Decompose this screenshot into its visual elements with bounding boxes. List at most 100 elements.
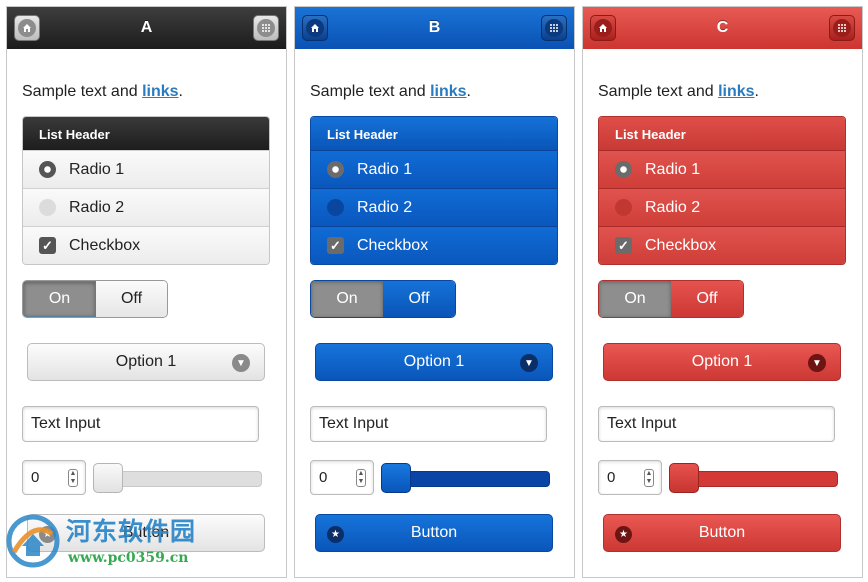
number-input[interactable]: 0 ▲ ▼ bbox=[310, 460, 374, 495]
number-input[interactable]: 0 ▲ ▼ bbox=[598, 460, 662, 495]
star-icon: ★ bbox=[327, 526, 344, 543]
flip-switch[interactable]: On Off bbox=[22, 280, 168, 318]
radio-2-label: Radio 2 bbox=[69, 198, 125, 216]
radio-2[interactable]: Radio 2 bbox=[23, 188, 269, 226]
theme-panel-b: B Sample text and links. List Header Rad… bbox=[294, 6, 575, 578]
toggle-on[interactable]: On bbox=[599, 281, 671, 317]
sample-text-label: Sample text and bbox=[310, 83, 431, 100]
sample-text: Sample text and links. bbox=[310, 83, 471, 101]
list-view: List Header Radio 1 Radio 2 ✓ Checkbox bbox=[310, 116, 558, 265]
list-view: List Header Radio 1 Radio 2 ✓ Checkbox bbox=[598, 116, 846, 265]
sample-text-end: . bbox=[466, 83, 471, 100]
header-bar: B bbox=[295, 7, 574, 49]
list-header: List Header bbox=[599, 117, 845, 150]
checkbox[interactable]: ✓ Checkbox bbox=[311, 226, 557, 264]
theme-panel-a: A Sample text and links. List Header Rad… bbox=[6, 6, 287, 578]
sample-text-end: . bbox=[754, 83, 759, 100]
radio-1[interactable]: Radio 1 bbox=[311, 150, 557, 188]
toggle-on[interactable]: On bbox=[23, 281, 96, 317]
theme-panel-c: C Sample text and links. List Header Rad… bbox=[582, 6, 863, 578]
radio-1[interactable]: Radio 1 bbox=[23, 150, 269, 188]
radio-2[interactable]: Radio 2 bbox=[311, 188, 557, 226]
sample-text: Sample text and links. bbox=[22, 83, 183, 101]
checkbox[interactable]: ✓ Checkbox bbox=[599, 226, 845, 264]
grid-button[interactable] bbox=[829, 15, 855, 41]
sample-link[interactable]: links bbox=[430, 83, 466, 100]
slider-handle[interactable] bbox=[381, 463, 411, 493]
radio-checked-icon bbox=[327, 161, 344, 178]
home-button[interactable] bbox=[302, 15, 328, 41]
header-bar: C bbox=[583, 7, 862, 49]
radio-2-label: Radio 2 bbox=[645, 198, 701, 216]
spinner-icon[interactable]: ▲ ▼ bbox=[68, 469, 78, 487]
grid-button[interactable] bbox=[541, 15, 567, 41]
sample-text-label: Sample text and bbox=[22, 83, 143, 100]
home-icon bbox=[18, 19, 36, 37]
toggle-on[interactable]: On bbox=[311, 281, 383, 317]
radio-1-label: Radio 1 bbox=[645, 160, 701, 178]
checkbox-label: Checkbox bbox=[357, 236, 429, 254]
select-value: Option 1 bbox=[403, 353, 465, 370]
radio-1-label: Radio 1 bbox=[69, 160, 125, 178]
sample-text-end: . bbox=[178, 83, 183, 100]
flip-switch[interactable]: On Off bbox=[598, 280, 744, 318]
number-input[interactable]: 0 ▲ ▼ bbox=[22, 460, 86, 495]
radio-2-label: Radio 2 bbox=[357, 198, 413, 216]
select-menu[interactable]: Option 1 ▼ bbox=[27, 343, 265, 381]
radio-2[interactable]: Radio 2 bbox=[599, 188, 845, 226]
grid-icon bbox=[545, 19, 563, 37]
select-menu[interactable]: Option 1 ▼ bbox=[603, 343, 841, 381]
select-value: Option 1 bbox=[115, 353, 177, 370]
grid-button[interactable] bbox=[253, 15, 279, 41]
toggle-off[interactable]: Off bbox=[96, 281, 167, 317]
slider-handle[interactable] bbox=[93, 463, 123, 493]
checkmark-icon: ✓ bbox=[327, 237, 344, 254]
button-label: Button bbox=[410, 524, 458, 541]
list-view: List Header Radio 1 Radio 2 ✓ Checkbox bbox=[22, 116, 270, 265]
checkbox[interactable]: ✓ Checkbox bbox=[23, 226, 269, 264]
text-input[interactable]: Text Input bbox=[598, 406, 835, 442]
home-button[interactable] bbox=[14, 15, 40, 41]
watermark-name: 河东软件园 bbox=[66, 517, 197, 546]
watermark-logo-icon bbox=[6, 514, 60, 568]
checkbox-label: Checkbox bbox=[69, 236, 141, 254]
radio-checked-icon bbox=[39, 161, 56, 178]
home-icon bbox=[306, 19, 324, 37]
toggle-off[interactable]: Off bbox=[671, 281, 743, 317]
star-icon: ★ bbox=[615, 526, 632, 543]
header-bar: A bbox=[7, 7, 286, 49]
radio-1[interactable]: Radio 1 bbox=[599, 150, 845, 188]
page-title: C bbox=[716, 19, 729, 36]
checkmark-icon: ✓ bbox=[615, 237, 632, 254]
checkmark-icon: ✓ bbox=[39, 237, 56, 254]
radio-unchecked-icon bbox=[39, 199, 56, 216]
toggle-off[interactable]: Off bbox=[383, 281, 455, 317]
page-title: B bbox=[428, 19, 441, 36]
list-header: List Header bbox=[23, 117, 269, 150]
select-menu[interactable]: Option 1 ▼ bbox=[315, 343, 553, 381]
home-icon bbox=[594, 19, 612, 37]
checkbox-label: Checkbox bbox=[645, 236, 717, 254]
list-header: List Header bbox=[311, 117, 557, 150]
grid-icon bbox=[257, 19, 275, 37]
select-value: Option 1 bbox=[691, 353, 753, 370]
sample-text-label: Sample text and bbox=[598, 83, 719, 100]
spinner-icon[interactable]: ▲ ▼ bbox=[644, 469, 654, 487]
star-button[interactable]: ★ Button bbox=[315, 514, 553, 552]
sample-link[interactable]: links bbox=[718, 83, 754, 100]
chevron-down-icon: ▼ bbox=[808, 354, 826, 372]
chevron-down-icon: ▼ bbox=[520, 354, 538, 372]
flip-switch[interactable]: On Off bbox=[310, 280, 456, 318]
text-input[interactable]: Text Input bbox=[310, 406, 547, 442]
watermark-url: www.pc0359.cn bbox=[68, 550, 189, 566]
sample-link[interactable]: links bbox=[142, 83, 178, 100]
radio-unchecked-icon bbox=[327, 199, 344, 216]
button-label: Button bbox=[698, 524, 746, 541]
slider-handle[interactable] bbox=[669, 463, 699, 493]
home-button[interactable] bbox=[590, 15, 616, 41]
star-button[interactable]: ★ Button bbox=[603, 514, 841, 552]
number-value: 0 bbox=[31, 469, 40, 486]
text-input[interactable]: Text Input bbox=[22, 406, 259, 442]
page-title: A bbox=[140, 19, 153, 36]
spinner-icon[interactable]: ▲ ▼ bbox=[356, 469, 366, 487]
